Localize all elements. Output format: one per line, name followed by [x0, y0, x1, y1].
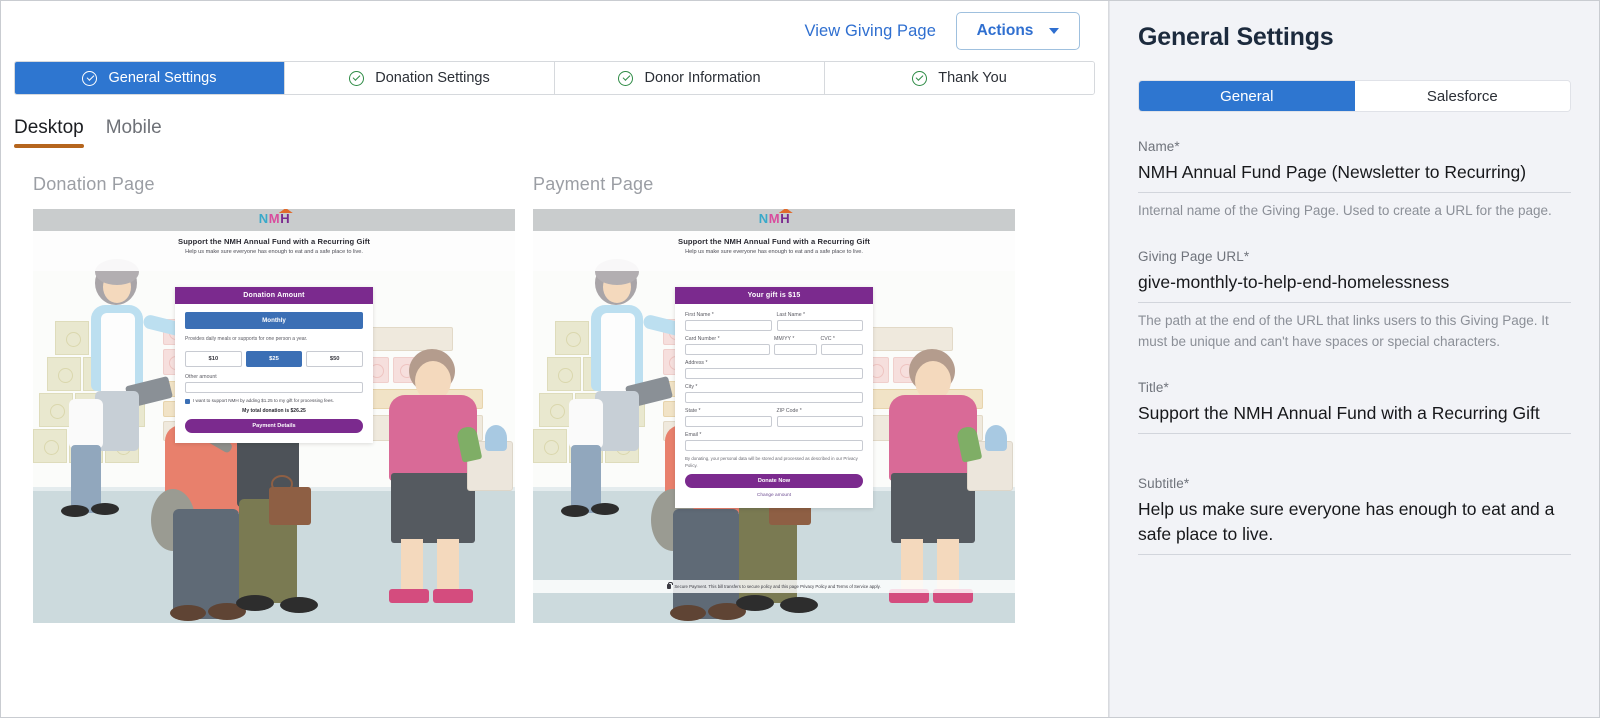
- field-giving-page-url: Giving Page URL* give-monthly-to-help-en…: [1138, 249, 1571, 354]
- field-subtitle-value[interactable]: Help us make sure everyone has enough to…: [1138, 497, 1571, 555]
- tab-donation-settings[interactable]: Donation Settings: [285, 62, 555, 94]
- view-giving-page-link[interactable]: View Giving Page: [804, 22, 936, 41]
- field-name: Name* NMH Annual Fund Page (Newsletter t…: [1138, 139, 1571, 222]
- store-illustration: [533, 209, 1015, 623]
- preview-row: Donation Page N M H Support the NMH Annu…: [1, 148, 1108, 623]
- panel-tab-general[interactable]: General: [1139, 81, 1355, 111]
- top-action-bar: View Giving Page Actions: [1, 1, 1108, 61]
- field-giving-page-url-help: The path at the end of the URL that link…: [1138, 312, 1549, 350]
- device-preview-tabs: Desktop Mobile: [1, 95, 1108, 148]
- field-title-label: Title*: [1138, 380, 1169, 396]
- field-name-help: Internal name of the Giving Page. Used t…: [1138, 202, 1552, 218]
- payment-page-preview-column: Payment Page N M H Support the NMH Annua…: [533, 174, 1015, 623]
- payment-page-preview[interactable]: N M H Support the NMH Annual Fund with a…: [533, 209, 1015, 623]
- panel-tab-salesforce[interactable]: Salesforce: [1354, 81, 1570, 111]
- step-tabs: General Settings Donation Settings Donor…: [14, 61, 1095, 95]
- tab-label: Donation Settings: [375, 70, 490, 86]
- field-subtitle-label: Subtitle*: [1138, 476, 1190, 492]
- tab-general-settings[interactable]: General Settings: [15, 62, 285, 94]
- field-title-value[interactable]: Support the NMH Annual Fund with a Recur…: [1138, 401, 1571, 435]
- donation-page-preview[interactable]: N M H Support the NMH Annual Fund with a…: [33, 209, 515, 623]
- tab-label: Thank You: [938, 70, 1007, 86]
- field-giving-page-url-value[interactable]: give-monthly-to-help-end-homelessness: [1138, 270, 1571, 303]
- chevron-down-icon: [1049, 28, 1060, 34]
- check-circle-icon: [618, 70, 634, 86]
- settings-panel: General Settings General Salesforce Name…: [1109, 1, 1599, 717]
- tab-mobile[interactable]: Mobile: [106, 117, 162, 148]
- main-content-area: View Giving Page Actions General Setting…: [1, 1, 1109, 717]
- tab-label: General Settings: [108, 70, 217, 86]
- tab-label: Donor Information: [644, 70, 761, 86]
- field-name-label: Name*: [1138, 139, 1180, 154]
- donation-page-preview-title: Donation Page: [33, 174, 155, 194]
- field-name-value[interactable]: NMH Annual Fund Page (Newsletter to Recu…: [1138, 160, 1571, 193]
- donation-page-preview-column: Donation Page N M H Support the NMH Annu…: [33, 174, 515, 623]
- field-giving-page-url-label: Giving Page URL*: [1138, 248, 1250, 264]
- giving-page-editor: View Giving Page Actions General Setting…: [0, 0, 1600, 718]
- check-circle-icon: [912, 70, 928, 86]
- panel-title: General Settings: [1138, 23, 1334, 51]
- panel-tab-group: General Salesforce: [1138, 80, 1571, 112]
- tab-thank-you[interactable]: Thank You: [825, 62, 1094, 94]
- handbag: [269, 487, 311, 525]
- tab-desktop[interactable]: Desktop: [14, 117, 84, 148]
- actions-button-label: Actions: [976, 22, 1034, 39]
- woman-skirt: [391, 473, 475, 543]
- store-illustration: [33, 209, 515, 623]
- field-subtitle: Subtitle* Help us make sure everyone has…: [1138, 476, 1571, 555]
- field-title: Title* Support the NMH Annual Fund with …: [1138, 380, 1571, 435]
- tab-donor-information[interactable]: Donor Information: [555, 62, 825, 94]
- payment-page-preview-title: Payment Page: [533, 174, 654, 194]
- check-circle-icon: [349, 70, 365, 86]
- actions-button[interactable]: Actions: [956, 12, 1080, 50]
- check-circle-icon: [82, 70, 98, 86]
